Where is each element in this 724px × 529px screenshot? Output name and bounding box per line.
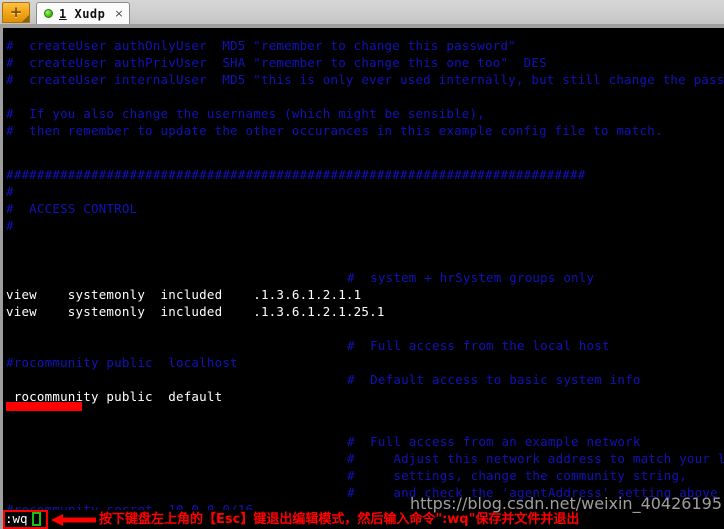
- terminal-line: #: [6, 184, 14, 199]
- terminal-line: #: [6, 218, 14, 233]
- terminal-line: # createUser authOnlyUser MD5 "remember …: [6, 38, 516, 53]
- terminal-line: view systemonly included .1.3.6.1.2.1.1: [6, 287, 362, 302]
- new-tab-button[interactable]: +: [2, 2, 30, 23]
- annotation-text: 按下键盘左上角的【Esc】键退出编辑模式，然后输入命令":wq"保存并文件并退出: [99, 512, 580, 527]
- tab-bar: + 1 Xudp ×: [0, 0, 724, 25]
- terminal-window: + 1 Xudp × #rocommunity secret 10.0.0.0/…: [0, 0, 724, 529]
- terminal-line: # If you also change the usernames (whic…: [6, 106, 485, 121]
- close-icon[interactable]: ×: [114, 8, 123, 19]
- terminal-line: view systemonly included .1.3.6.1.2.1.25…: [6, 304, 385, 319]
- green-dot-icon: [44, 9, 53, 18]
- selection-highlight: [6, 402, 82, 411]
- terminal-line: # then remember to update the other occu…: [6, 123, 663, 138]
- terminal-line: # Default access to basic system info: [347, 372, 641, 387]
- block-cursor: [32, 512, 41, 526]
- terminal-line: ########################################…: [6, 167, 586, 182]
- watermark-text: https://blog.csdn.net/weixin_40426195: [409, 494, 722, 513]
- vim-status-line: :wq 按下键盘左上角的【Esc】键退出编辑模式，然后输入命令":wq"保存并文…: [3, 494, 724, 529]
- terminal-frame: #rocommunity secret 10.0.0.0/16# and che…: [0, 24, 724, 529]
- terminal-line: # createUser internalUser MD5 "this is o…: [6, 72, 724, 87]
- tab-title: Xudp: [74, 6, 106, 21]
- fold-corner-icon: [22, 15, 29, 22]
- terminal-line: # system + hrSystem groups only: [347, 270, 595, 285]
- terminal-line: #rocommunity public localhost: [6, 355, 238, 370]
- tab-xudp[interactable]: 1 Xudp ×: [36, 2, 130, 24]
- vim-command-input[interactable]: :wq: [5, 512, 28, 526]
- left-arrow-icon: [51, 514, 96, 526]
- terminal-line: # settings, change the community string,: [347, 468, 687, 483]
- tab-index: 1: [59, 6, 67, 21]
- tab-label: 1 Xudp: [59, 7, 105, 21]
- terminal-line: # Full access from the local host: [347, 338, 610, 353]
- terminal-line: # ACCESS CONTROL: [6, 201, 138, 216]
- terminal-line: # Adjust this network address to match y…: [347, 451, 724, 466]
- terminal-line: # createUser authPrivUser SHA "remember …: [6, 55, 547, 70]
- plus-icon: +: [9, 3, 23, 21]
- terminal-screen[interactable]: #rocommunity secret 10.0.0.0/16# and che…: [3, 28, 724, 529]
- terminal-line: # Full access from an example network: [347, 434, 641, 449]
